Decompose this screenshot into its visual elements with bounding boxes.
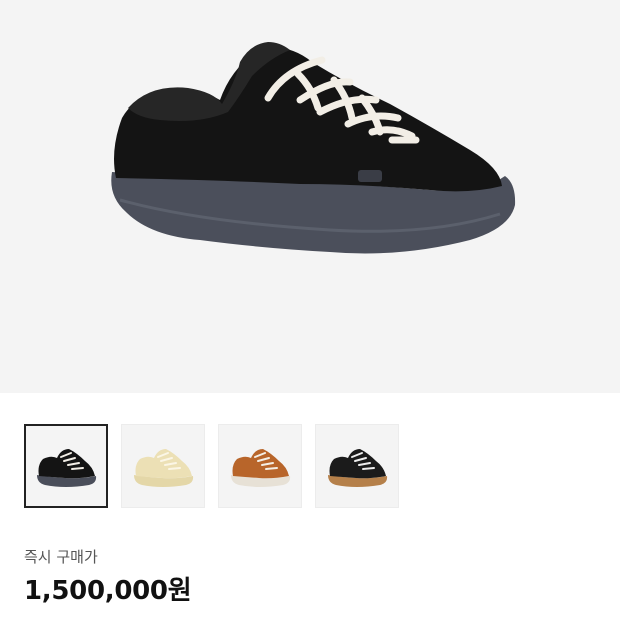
price-label: 즉시 구매가 (24, 548, 98, 566)
price-value: 1,500,000원 (24, 576, 192, 606)
black-sneaker-thumb (37, 449, 97, 487)
thumbnail-strip (24, 424, 399, 508)
brown-sneaker-thumb (231, 449, 291, 487)
thumbnail-cream-sneaker[interactable] (121, 424, 205, 508)
thumbnail-black-gum-sneaker[interactable] (315, 424, 399, 508)
thumbnail-brown-sneaker[interactable] (218, 424, 302, 508)
thumbnail-black-sneaker[interactable] (24, 424, 108, 508)
black-fur-sneaker-image (111, 42, 516, 254)
black-gum-sneaker-thumb (328, 449, 388, 487)
product-hero-image[interactable] (0, 0, 620, 393)
cream-sneaker-thumb (134, 449, 194, 487)
